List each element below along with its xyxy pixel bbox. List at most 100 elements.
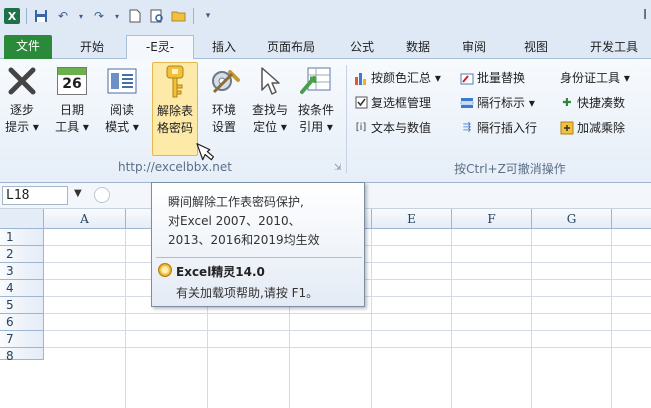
reading-mode-label-2: 模式 ▾: [105, 120, 139, 134]
tab-page-layout[interactable]: 页面布局: [256, 36, 326, 59]
save-icon[interactable]: [33, 8, 49, 24]
formula-insert-icon[interactable]: [94, 187, 110, 203]
undo-icon[interactable]: ↶: [55, 8, 71, 24]
quick-sum-label: 快捷凑数: [577, 96, 626, 110]
date-tools-button[interactable]: 26 日期 工具 ▾: [52, 62, 92, 136]
redo-icon[interactable]: ↷: [91, 8, 107, 24]
environment-settings-label-2: 设置: [211, 120, 236, 134]
arithmetic-button[interactable]: 加减乘除: [560, 119, 625, 136]
find-locate-label-2: 定位 ▾: [253, 120, 287, 134]
batch-replace-button[interactable]: 批量替换: [460, 69, 525, 86]
dialog-launcher-icon[interactable]: ⇲: [334, 163, 342, 173]
tab-e-ling[interactable]: -E灵-: [126, 35, 194, 59]
tooltip-line-1: 瞬间解除工作表密码保护,: [168, 195, 304, 209]
tooltip-line-3: 2013、2016和2019均生效: [168, 233, 320, 247]
qat-separator: [26, 8, 27, 24]
tab-insert[interactable]: 插入: [202, 36, 246, 59]
row-header-6[interactable]: 6: [0, 314, 44, 331]
find-locate-button[interactable]: 查找与 定位 ▾: [248, 62, 292, 136]
row-header-2[interactable]: 2: [0, 246, 44, 263]
column-header-e[interactable]: E: [372, 209, 452, 229]
calendar-day: 26: [62, 76, 82, 92]
conditional-reference-button[interactable]: 按条件 引用 ▾: [294, 62, 338, 136]
insert-alternate-rows-label: 隔行插入行: [477, 121, 538, 135]
checkbox-icon: [354, 96, 368, 110]
gridline: [44, 347, 651, 348]
ribbon-tabs: 文件 开始 -E灵- 插入 页面布局 公式 数据 审阅 视图 开发工具: [0, 32, 651, 59]
conditional-reference-label-1: 按条件: [297, 103, 334, 117]
insert-alternate-rows-button[interactable]: ⇶ 隔行插入行: [460, 119, 537, 136]
tab-developer[interactable]: 开发工具: [578, 36, 650, 59]
unprotect-sheet-label-2: 格密码: [156, 121, 193, 135]
text-number-icon: [i]: [355, 122, 367, 133]
ribbon-panel: 逐步 提示 ▾ 26 日期 工具 ▾ 阅读 模式 ▾ 解除表 格密码 环境 设置: [0, 59, 651, 183]
tooltip-help-text: 有关加载项帮助,请按 F1。: [176, 286, 319, 300]
insert-rows-icon: ⇶: [462, 122, 472, 133]
reading-mode-button[interactable]: 阅读 模式 ▾: [100, 62, 144, 136]
unprotect-tooltip: 瞬间解除工作表密码保护, 对Excel 2007、2010、 2013、2016…: [151, 182, 365, 307]
alternate-row-mark-button[interactable]: 隔行标示 ▾: [460, 94, 535, 111]
tab-view[interactable]: 视图: [514, 36, 558, 59]
column-header-f[interactable]: F: [452, 209, 532, 229]
column-header-g[interactable]: G: [532, 209, 612, 229]
row-header-1[interactable]: 1: [0, 229, 44, 246]
unprotect-sheet-button[interactable]: 解除表 格密码: [152, 62, 198, 156]
cursor-arrow-icon: [253, 64, 287, 98]
find-locate-label-1: 查找与: [251, 103, 288, 117]
print-preview-icon[interactable]: [149, 8, 165, 24]
bar-chart-icon: [354, 71, 368, 85]
new-file-icon[interactable]: [127, 8, 143, 24]
row-header-3[interactable]: 3: [0, 263, 44, 280]
row-header-8[interactable]: 8: [0, 348, 44, 363]
row-header-4[interactable]: 4: [0, 280, 44, 297]
id-card-tool-label: 身份证工具 ▾: [560, 71, 630, 85]
tooltip-addin-title: Excel精灵14.0: [176, 265, 265, 279]
date-tools-label-2: 工具 ▾: [55, 120, 89, 134]
id-card-tool-button[interactable]: 身份证工具 ▾: [560, 69, 630, 86]
gridline: [125, 229, 126, 408]
text-number-button[interactable]: [i] 文本与数值: [354, 119, 431, 136]
redo-dropdown-icon[interactable]: ▾: [113, 8, 121, 24]
step-hint-label-2: 提示 ▾: [5, 120, 39, 134]
unprotect-sheet-label-1: 解除表: [156, 104, 193, 118]
row-header-5[interactable]: 5: [0, 297, 44, 314]
tooltip-divider: [156, 257, 362, 258]
quick-sum-button[interactable]: ✚ 快捷凑数: [560, 94, 625, 111]
alternate-rows-icon: [460, 96, 474, 110]
reference-icon: [299, 64, 333, 98]
gridline: [44, 330, 651, 331]
select-all-corner[interactable]: [0, 209, 44, 229]
checkbox-manager-label: 复选框管理: [371, 96, 432, 110]
open-folder-icon[interactable]: [171, 8, 187, 24]
gridline: [451, 229, 452, 408]
window-title: I: [643, 8, 647, 23]
batch-replace-icon: [460, 71, 474, 85]
tab-data[interactable]: 数据: [396, 36, 440, 59]
group-separator: [346, 65, 347, 173]
tab-review[interactable]: 审阅: [452, 36, 496, 59]
row-header-7[interactable]: 7: [0, 331, 44, 348]
undo-dropdown-icon[interactable]: ▾: [77, 8, 85, 24]
arithmetic-label: 加减乘除: [577, 121, 626, 135]
tab-formulas[interactable]: 公式: [340, 36, 384, 59]
addin-gear-icon: [158, 263, 172, 277]
tab-home[interactable]: 开始: [70, 36, 114, 59]
hand-cursor-icon: [194, 139, 220, 168]
step-hint-label-1: 逐步: [9, 103, 34, 117]
excel-logo-icon[interactable]: X: [4, 8, 20, 24]
column-header-h-partial[interactable]: [612, 209, 651, 229]
tooltip-line-2: 对Excel 2007、2010、: [168, 214, 301, 228]
checkbox-manager-button[interactable]: 复选框管理: [354, 94, 431, 111]
column-header-a[interactable]: A: [44, 209, 126, 229]
name-box-dropdown-icon[interactable]: ▼: [74, 188, 82, 199]
tab-file[interactable]: 文件: [4, 35, 52, 59]
gridline: [44, 313, 651, 314]
environment-settings-button[interactable]: 环境 设置: [204, 62, 244, 136]
step-hint-button[interactable]: 逐步 提示 ▾: [2, 62, 42, 136]
plus-icon: ✚: [562, 96, 572, 109]
color-summary-button[interactable]: 按颜色汇总 ▾: [354, 69, 441, 86]
gridline: [611, 229, 612, 408]
name-box[interactable]: L18: [2, 186, 68, 205]
customize-qat-icon[interactable]: ▾: [200, 8, 216, 24]
group-right-label: 按Ctrl+Z可撤消操作: [454, 162, 566, 176]
